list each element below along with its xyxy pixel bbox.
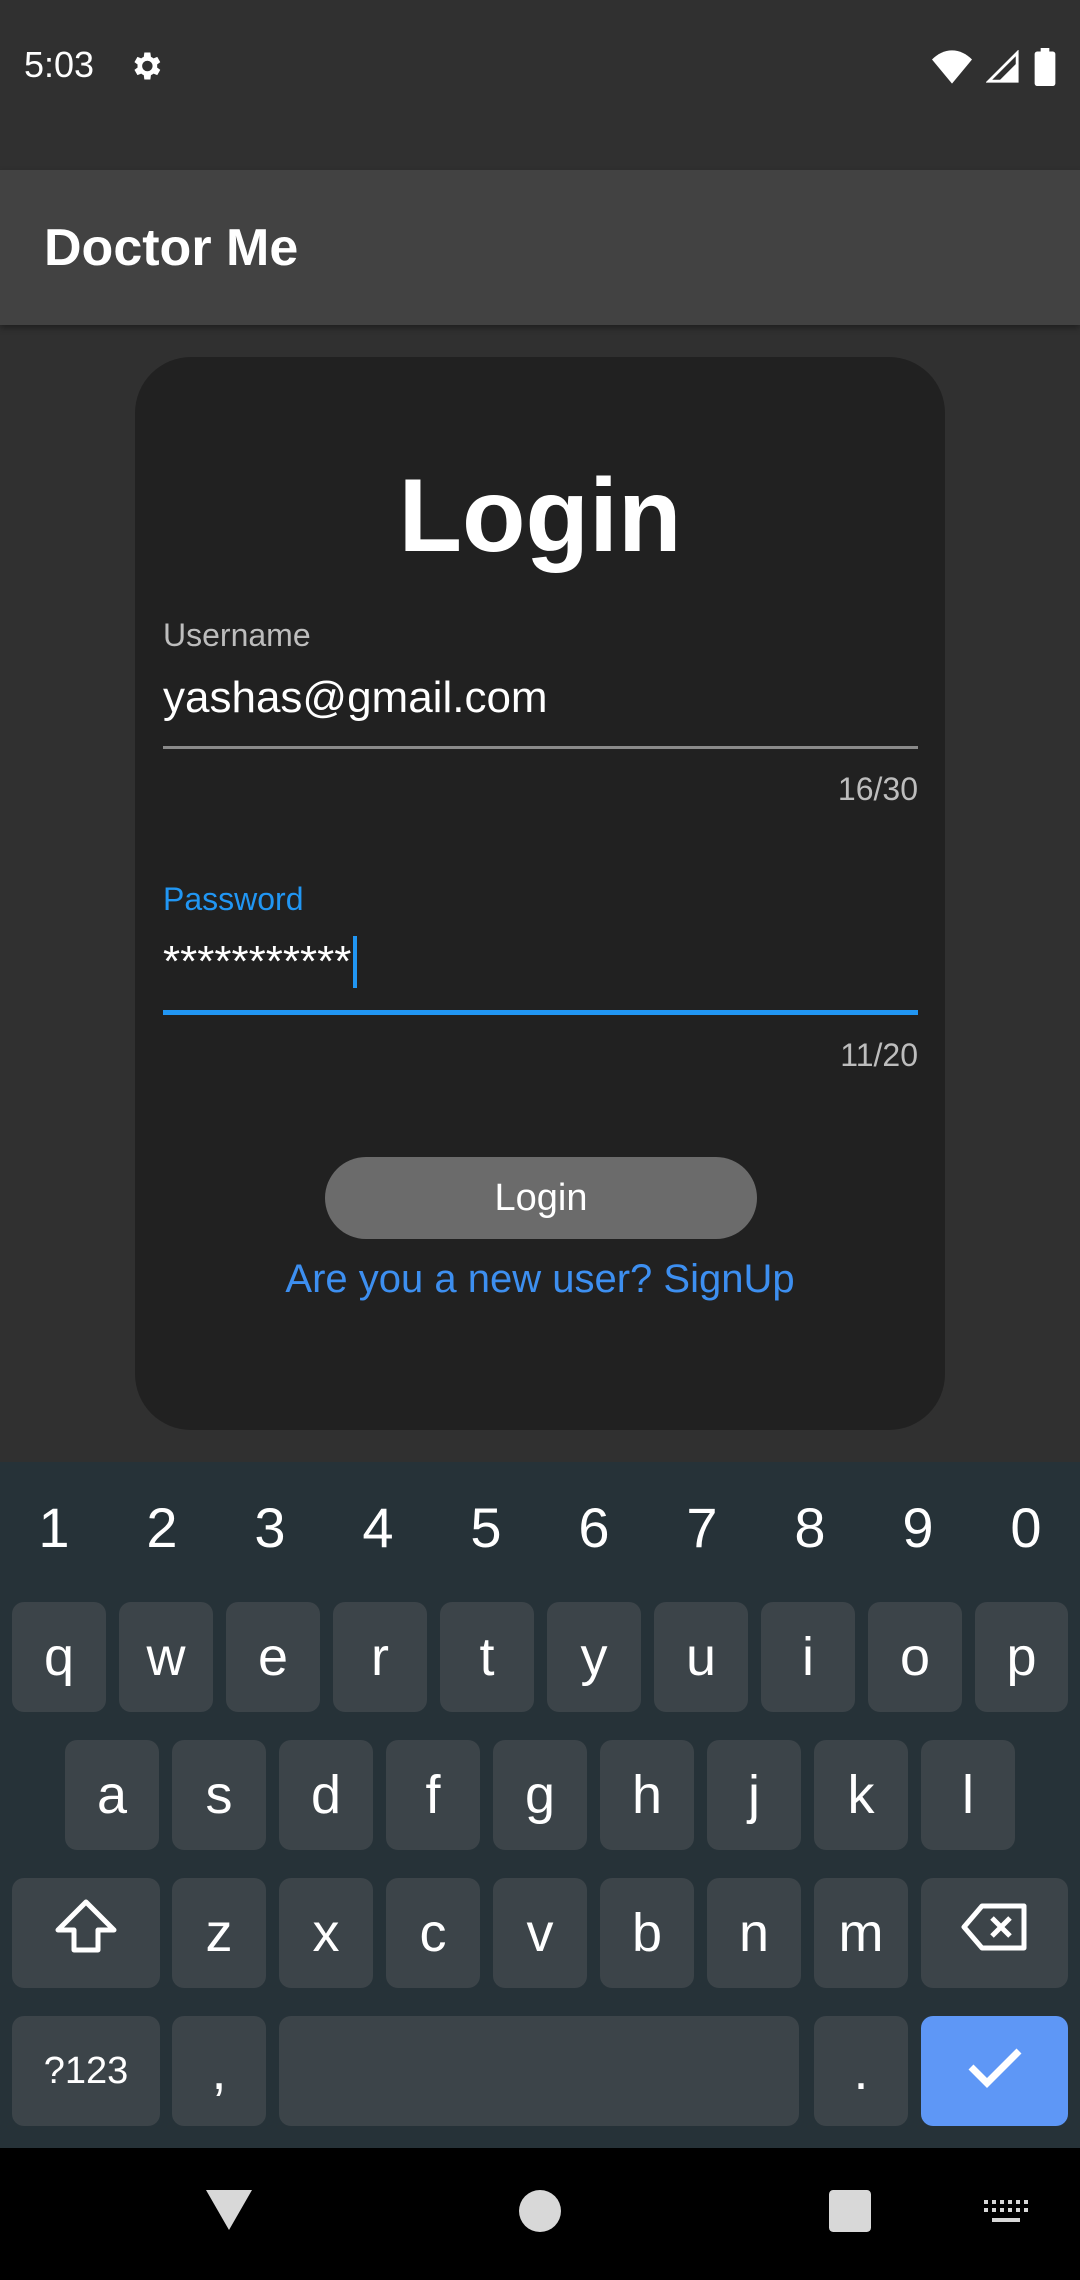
key-j[interactable]: j <box>707 1740 801 1850</box>
password-underline <box>163 1010 918 1015</box>
login-card: Login Username yashas@gmail.com 16/30 Pa… <box>135 357 945 1430</box>
status-bar: 5:03 <box>0 0 1080 170</box>
key-g[interactable]: g <box>493 1740 587 1850</box>
key-f[interactable]: f <box>386 1740 480 1850</box>
key-m[interactable]: m <box>814 1878 908 1988</box>
symbols-key[interactable]: ?123 <box>12 2016 160 2126</box>
space-key[interactable] <box>279 2016 799 2126</box>
key-x[interactable]: x <box>279 1878 373 1988</box>
comma-key[interactable]: , <box>172 2016 266 2126</box>
key-w[interactable]: w <box>119 1602 213 1712</box>
key-2[interactable]: 2 <box>146 1495 177 1560</box>
app-title: Doctor Me <box>44 219 299 277</box>
username-value: yashas@gmail.com <box>163 673 548 722</box>
key-q[interactable]: q <box>12 1602 106 1712</box>
key-l[interactable]: l <box>921 1740 1015 1850</box>
username-input[interactable]: yashas@gmail.com <box>163 668 918 728</box>
key-9[interactable]: 9 <box>902 1495 933 1560</box>
key-5[interactable]: 5 <box>470 1495 501 1560</box>
key-e[interactable]: e <box>226 1602 320 1712</box>
password-field[interactable]: Password *********** 11/20 <box>163 881 918 1074</box>
key-3[interactable]: 3 <box>254 1495 285 1560</box>
key-t[interactable]: t <box>440 1602 534 1712</box>
password-label: Password <box>163 881 304 917</box>
recents-icon[interactable] <box>829 2190 871 2237</box>
key-u[interactable]: u <box>654 1602 748 1712</box>
home-icon[interactable] <box>519 2190 561 2237</box>
key-i[interactable]: i <box>761 1602 855 1712</box>
username-field[interactable]: Username yashas@gmail.com 16/30 <box>163 617 918 808</box>
key-d[interactable]: d <box>279 1740 373 1850</box>
key-o[interactable]: o <box>868 1602 962 1712</box>
shift-icon <box>54 1898 118 1969</box>
key-8[interactable]: 8 <box>794 1495 825 1560</box>
username-underline <box>163 746 918 749</box>
key-0[interactable]: 0 <box>1010 1495 1041 1560</box>
checkmark-icon <box>967 2040 1023 2102</box>
backspace-icon <box>960 1902 1030 1965</box>
key-c[interactable]: c <box>386 1878 480 1988</box>
wifi-icon <box>932 50 972 89</box>
key-a[interactable]: a <box>65 1740 159 1850</box>
key-6[interactable]: 6 <box>578 1495 609 1560</box>
settings-gear-icon <box>128 48 164 84</box>
soft-keyboard: 1 2 3 4 5 6 7 8 9 0 q w e r t y u i o p … <box>0 1462 1080 2148</box>
password-input[interactable]: *********** <box>163 932 918 992</box>
shift-key[interactable] <box>12 1878 160 1988</box>
number-row: 1 2 3 4 5 6 7 8 9 0 <box>0 1462 1080 1592</box>
status-time: 5:03 <box>24 44 95 85</box>
navigation-bar <box>0 2148 1080 2280</box>
key-7[interactable]: 7 <box>686 1495 717 1560</box>
key-p[interactable]: p <box>975 1602 1068 1712</box>
key-4[interactable]: 4 <box>362 1495 393 1560</box>
login-title: Login <box>398 458 682 574</box>
password-value: *********** <box>163 937 352 986</box>
enter-key[interactable] <box>921 2016 1068 2126</box>
login-button[interactable]: Login <box>325 1157 757 1239</box>
key-n[interactable]: n <box>707 1878 801 1988</box>
key-b[interactable]: b <box>600 1878 694 1988</box>
key-s[interactable]: s <box>172 1740 266 1850</box>
cell-signal-icon <box>985 49 1020 89</box>
signup-link[interactable]: Are you a new user? SignUp <box>135 1257 945 1302</box>
backspace-key[interactable] <box>921 1878 1068 1988</box>
key-y[interactable]: y <box>547 1602 641 1712</box>
key-v[interactable]: v <box>493 1878 587 1988</box>
username-counter: 16/30 <box>837 771 918 807</box>
app-bar: Doctor Me <box>0 170 1080 325</box>
key-k[interactable]: k <box>814 1740 908 1850</box>
battery-icon <box>1034 48 1056 91</box>
keyboard-switch-icon[interactable] <box>984 2200 1028 2231</box>
period-key[interactable]: . <box>814 2016 908 2126</box>
key-z[interactable]: z <box>172 1878 266 1988</box>
password-counter: 11/20 <box>840 1037 918 1073</box>
username-label: Username <box>163 617 311 653</box>
back-icon[interactable] <box>206 2190 252 2235</box>
key-1[interactable]: 1 <box>38 1495 69 1560</box>
key-r[interactable]: r <box>333 1602 427 1712</box>
key-h[interactable]: h <box>600 1740 694 1850</box>
text-cursor <box>353 936 358 988</box>
